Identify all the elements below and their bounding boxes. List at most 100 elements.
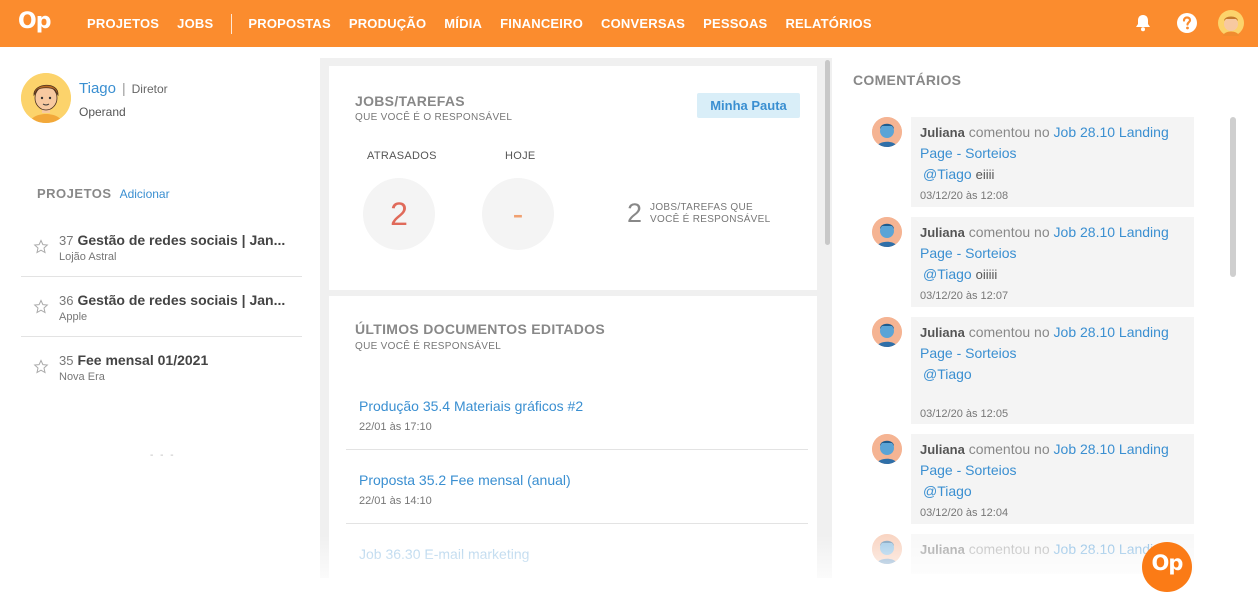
document-name[interactable]: Proposta 35.2 Fee mensal (anual): [359, 472, 571, 488]
document-item[interactable]: Produção 35.4 Materiais gráficos #2 22/0…: [346, 376, 808, 450]
jobs-card-title: JOBS/TAREFAS: [355, 93, 465, 109]
document-name[interactable]: Produção 35.4 Materiais gráficos #2: [359, 398, 583, 414]
project-client: Apple: [59, 311, 88, 323]
project-item[interactable]: 35 Fee mensal 01/2021 Nova Era: [21, 337, 302, 397]
comment-author[interactable]: Juliana: [920, 542, 965, 557]
bell-icon[interactable]: [1130, 10, 1156, 36]
comment-date: 03/12/20 às 12:08: [920, 190, 1009, 202]
comment-date: 03/12/20 às 12:07: [920, 290, 1009, 302]
user-role: Diretor: [131, 82, 168, 96]
jobs-card-subtitle: QUE VOCÊ É O RESPONSÁVEL: [355, 112, 513, 123]
comment-body: @Tiago: [920, 364, 1185, 385]
comments-title: COMENTÁRIOS: [853, 72, 962, 88]
star-icon[interactable]: [33, 359, 49, 375]
comments-scrollbar[interactable]: [1230, 117, 1236, 277]
main-nav: PROJETOS JOBS PROPOSTAS PRODUÇÃO MÍDIA F…: [87, 0, 890, 47]
comment-header: Juliana comentou no Job 28.10 Landing Pa…: [920, 439, 1185, 481]
document-item[interactable]: Proposta 35.2 Fee mensal (anual) 22/01 à…: [346, 450, 808, 524]
project-name[interactable]: Gestão de redes sociais | Jan...: [77, 232, 285, 248]
comment-verb: comentou no: [968, 224, 1050, 240]
documents-card: ÚLTIMOS DOCUMENTOS EDITADOS QUE VOCÊ É R…: [329, 296, 817, 586]
nav-producao[interactable]: PRODUÇÃO: [349, 16, 426, 31]
commenter-avatar[interactable]: [872, 117, 902, 147]
user-name[interactable]: Tiago: [79, 80, 116, 97]
load-more-dots[interactable]: - - -: [150, 450, 176, 461]
total-jobs-line2: VOCÊ É RESPONSÁVEL: [650, 213, 771, 225]
comment-header: Juliana comentou no Job 28.10 Landing Pa…: [920, 122, 1185, 164]
comment-author[interactable]: Juliana: [920, 325, 965, 340]
commenter-avatar[interactable]: [872, 317, 902, 347]
comment-bubble: Juliana comentou no Job 28.10 Landing Pa…: [911, 117, 1194, 207]
nav-propostas[interactable]: PROPOSTAS: [248, 16, 330, 31]
jobs-card: JOBS/TAREFAS QUE VOCÊ É O RESPONSÁVEL Mi…: [329, 66, 817, 290]
app-logo[interactable]: Op: [18, 9, 52, 37]
comment-body: @Tiago: [920, 481, 1185, 502]
project-client: Nova Era: [59, 371, 105, 383]
project-client: Lojão Astral: [59, 251, 117, 263]
user-card: Tiago | Diretor Operand: [21, 73, 168, 123]
document-date: 22/01 às 17:10: [359, 421, 432, 433]
comment-verb: comentou no: [968, 441, 1050, 457]
project-number: 36: [59, 293, 74, 308]
project-item[interactable]: 36 Gestão de redes sociais | Jan... Apple: [21, 277, 302, 337]
user-info: Tiago | Diretor Operand: [79, 80, 168, 123]
help-icon[interactable]: [1174, 10, 1200, 36]
projects-title: PROJETOS: [37, 186, 112, 201]
comment-author[interactable]: Juliana: [920, 442, 965, 457]
total-jobs-line1: JOBS/TAREFAS QUE: [650, 201, 753, 213]
star-icon[interactable]: [33, 239, 49, 255]
comment-bubble: Juliana comentou no Job 28.10 Landing Pa…: [911, 217, 1194, 307]
top-actions: [1112, 10, 1244, 36]
nav-conversas[interactable]: CONVERSAS: [601, 16, 685, 31]
nav-relatorios[interactable]: RELATÓRIOS: [785, 16, 871, 31]
middle-panel: JOBS/TAREFAS QUE VOCÊ É O RESPONSÁVEL Mi…: [320, 58, 832, 586]
comment-body: @Tiago oiiiii: [920, 264, 1185, 285]
comment-mention[interactable]: @Tiago: [923, 166, 972, 182]
late-label: ATRASADOS: [367, 150, 437, 162]
add-project-link[interactable]: Adicionar: [120, 187, 170, 201]
nav-pessoas[interactable]: PESSOAS: [703, 16, 767, 31]
project-name[interactable]: Gestão de redes sociais | Jan...: [77, 292, 285, 308]
comments-panel: COMENTÁRIOS Juliana comentou no Job 28.1…: [832, 47, 1258, 578]
comment-header: Juliana comentou no Job 28.10 Landing Pa…: [920, 322, 1185, 364]
project-title-line: 36 Gestão de redes sociais | Jan...: [59, 292, 299, 310]
comment-text: eiiii: [975, 167, 995, 182]
nav-projetos[interactable]: PROJETOS: [87, 16, 159, 31]
comment-mention[interactable]: @Tiago: [923, 266, 972, 282]
comment-date: 03/12/20 às 12:04: [920, 507, 1009, 519]
total-jobs: 2 JOBS/TAREFAS QUE VOCÊ É RESPONSÁVEL: [627, 198, 770, 229]
comment-text: oiiiii: [975, 267, 998, 282]
minha-pauta-button[interactable]: Minha Pauta: [697, 93, 800, 118]
commenter-avatar[interactable]: [872, 534, 902, 564]
nav-financeiro[interactable]: FINANCEIRO: [500, 16, 583, 31]
late-count-circle[interactable]: 2: [363, 178, 435, 250]
project-item[interactable]: 37 Gestão de redes sociais | Jan... Lojão…: [21, 217, 302, 277]
document-item[interactable]: Job 36.30 E-mail marketing: [346, 524, 808, 598]
total-jobs-count: 2: [627, 198, 643, 228]
comment-mention[interactable]: @Tiago: [923, 483, 972, 499]
user-avatar-small[interactable]: [1218, 10, 1244, 36]
nav-midia[interactable]: MÍDIA: [444, 16, 482, 31]
commenter-avatar[interactable]: [872, 434, 902, 464]
comment-bubble: Juliana comentou no Job 28.10 Landing Pa…: [911, 434, 1194, 524]
today-count-circle[interactable]: -: [482, 178, 554, 250]
project-name[interactable]: Fee mensal 01/2021: [77, 352, 208, 368]
commenter-avatar[interactable]: [872, 217, 902, 247]
top-navbar: Op PROJETOS JOBS PROPOSTAS PRODUÇÃO MÍDI…: [0, 0, 1258, 47]
comment-bubble: Juliana comentou no Job 28.10 Landing Pa…: [911, 317, 1194, 424]
comment-header: Juliana comentou no Job 28.10 Landing Pa…: [920, 222, 1185, 264]
comment-mention[interactable]: @Tiago: [923, 366, 972, 382]
user-separator: |: [121, 80, 126, 96]
comment-body: @Tiago eiiii: [920, 164, 1185, 185]
nav-jobs[interactable]: JOBS: [177, 16, 213, 31]
avatar[interactable]: [21, 73, 71, 123]
middle-scrollbar[interactable]: [825, 60, 830, 245]
project-title-line: 37 Gestão de redes sociais | Jan...: [59, 232, 299, 250]
operand-chat-button[interactable]: Op: [1142, 542, 1192, 592]
comment-author[interactable]: Juliana: [920, 125, 965, 140]
project-title-line: 35 Fee mensal 01/2021: [59, 352, 299, 370]
star-icon[interactable]: [33, 299, 49, 315]
comment-author[interactable]: Juliana: [920, 225, 965, 240]
document-name[interactable]: Job 36.30 E-mail marketing: [359, 546, 529, 562]
documents-card-title: ÚLTIMOS DOCUMENTOS EDITADOS: [355, 321, 605, 337]
